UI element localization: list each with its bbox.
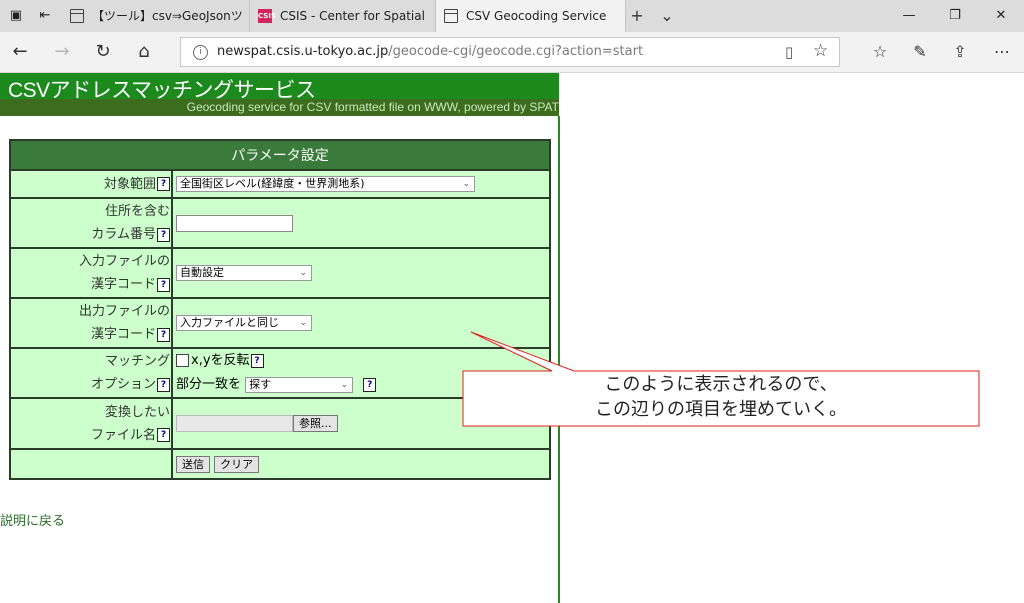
help-icon[interactable]: ? xyxy=(157,327,170,342)
input-encoding-label: 入力ファイルの 漢字コード? xyxy=(9,247,173,299)
home-icon[interactable]: ⌂ xyxy=(132,40,156,64)
back-to-description-link[interactable]: 説明に戻る xyxy=(0,510,65,529)
frame-divider xyxy=(558,116,560,603)
output-encoding-select[interactable]: 入力ファイルと同じ ⌄ xyxy=(176,315,312,331)
share-icon[interactable]: ⇪ xyxy=(948,40,972,64)
tab-title: CSV Geocoding Service xyxy=(466,9,607,23)
help-icon[interactable]: ? xyxy=(157,227,170,242)
tab-list-button[interactable]: ⌄ xyxy=(652,0,682,32)
parameter-form-table: パラメータ設定 対象範囲? 全国街区レベル(経緯度・世界測地系) ⌄ 住所を含むカ… xyxy=(9,139,551,480)
scope-label: 対象範囲? xyxy=(9,169,173,199)
url-path: /geocode-cgi/geocode.cgi?action=start xyxy=(388,44,644,59)
tab-csv-geocoding[interactable]: CSV Geocoding Service xyxy=(436,0,626,32)
chevron-down-icon: ⌄ xyxy=(299,268,307,278)
help-icon[interactable]: ? xyxy=(363,377,377,392)
csis-logo-icon: CSIS xyxy=(258,9,276,23)
file-name-label: 変換したい ファイル名? xyxy=(9,397,173,450)
page-content: CSVアドレスマッチングサービス Geocoding service for C… xyxy=(0,73,1024,603)
page-icon xyxy=(444,9,458,23)
tab-title: CSIS - Center for Spatial Inf xyxy=(280,9,429,23)
minimize-button[interactable]: — xyxy=(886,0,932,32)
refresh-icon[interactable]: ↻ xyxy=(91,40,115,64)
close-window-button[interactable]: ✕ xyxy=(978,0,1024,32)
scope-select[interactable]: 全国街区レベル(経緯度・世界測地系) ⌄ xyxy=(176,176,475,192)
url-text[interactable]: newspat.csis.u-tokyo.ac.jp/geocode-cgi/g… xyxy=(217,38,643,66)
file-path-input[interactable] xyxy=(176,415,293,432)
callout-text: このように表示されるので、 この辺りの項目を埋めていく。 xyxy=(463,372,979,422)
browse-button[interactable]: 参照... xyxy=(293,415,338,432)
callout-line-1: このように表示されるので、 xyxy=(604,374,838,395)
favorites-hub-icon[interactable]: ☆ xyxy=(868,40,892,64)
site-banner: CSVアドレスマッチングサービス Geocoding service for C… xyxy=(0,73,559,116)
set-aside-tabs-icon[interactable]: ▣ xyxy=(8,8,24,24)
back-arrow-icon[interactable]: ← xyxy=(8,40,32,64)
reading-view-icon[interactable]: ▯ xyxy=(785,43,793,61)
browser-tab-bar: ▣ ⇤ 【ツール】csv⇒GeoJsonツール | CSIS CSIS - Ce… xyxy=(0,0,1024,32)
help-icon[interactable]: ? xyxy=(157,377,170,392)
help-icon[interactable]: ? xyxy=(250,353,264,368)
callout-line-2: この辺りの項目を埋めていく。 xyxy=(595,399,847,420)
banner-subtitle-bar: Geocoding service for CSV formatted file… xyxy=(0,99,559,116)
chevron-down-icon: ⌄ xyxy=(340,379,349,390)
empty-cell xyxy=(9,448,173,480)
tab-csv-geojson-tool[interactable]: 【ツール】csv⇒GeoJsonツール | xyxy=(62,0,250,32)
matching-option-label: マッチング オプション? xyxy=(9,347,173,399)
input-encoding-select[interactable]: 自動設定 ⌄ xyxy=(176,265,312,281)
swap-xy-checkbox[interactable] xyxy=(176,354,189,367)
chevron-down-icon: ⌄ xyxy=(462,179,470,189)
favorite-star-icon[interactable]: ☆ xyxy=(813,41,828,61)
address-column-input[interactable] xyxy=(176,214,293,232)
add-notes-icon[interactable]: ✎ xyxy=(908,40,932,64)
tab-title: 【ツール】csv⇒GeoJsonツール | xyxy=(92,9,243,23)
restore-tabs-icon[interactable]: ⇤ xyxy=(37,8,53,24)
partial-match-label: 部分一致を xyxy=(176,377,242,392)
forward-arrow-icon[interactable]: → xyxy=(50,40,74,64)
banner-subtitle: Geocoding service for CSV formatted file… xyxy=(186,100,559,114)
maximize-button[interactable]: ❐ xyxy=(932,0,978,32)
submit-button[interactable]: 送信 xyxy=(176,455,210,473)
url-host: newspat.csis.u-tokyo.ac.jp xyxy=(217,44,389,59)
chevron-down-icon: ⌄ xyxy=(299,318,307,328)
tab-csis[interactable]: CSIS CSIS - Center for Spatial Inf xyxy=(250,0,436,32)
address-column-label: 住所を含む カラム番号? xyxy=(9,197,173,249)
new-tab-button[interactable]: + xyxy=(622,0,652,32)
partial-match-select[interactable]: 探す ⌄ xyxy=(245,376,354,393)
help-icon[interactable]: ? xyxy=(157,177,170,191)
table-header: パラメータ設定 xyxy=(9,139,551,171)
info-icon[interactable]: i xyxy=(193,45,208,60)
help-icon[interactable]: ? xyxy=(157,428,170,442)
clear-button[interactable]: クリア xyxy=(214,455,260,473)
page-icon xyxy=(70,9,84,23)
address-bar[interactable]: i newspat.csis.u-tokyo.ac.jp/geocode-cgi… xyxy=(180,37,840,67)
help-icon[interactable]: ? xyxy=(157,277,170,292)
browser-toolbar: ← → ↻ ⌂ i newspat.csis.u-tokyo.ac.jp/geo… xyxy=(0,32,1024,73)
swap-xy-label: x,yを反転 xyxy=(191,353,250,368)
output-encoding-label: 出力ファイルの 漢字コード? xyxy=(9,297,173,349)
more-menu-icon[interactable]: ⋯ xyxy=(990,40,1014,64)
